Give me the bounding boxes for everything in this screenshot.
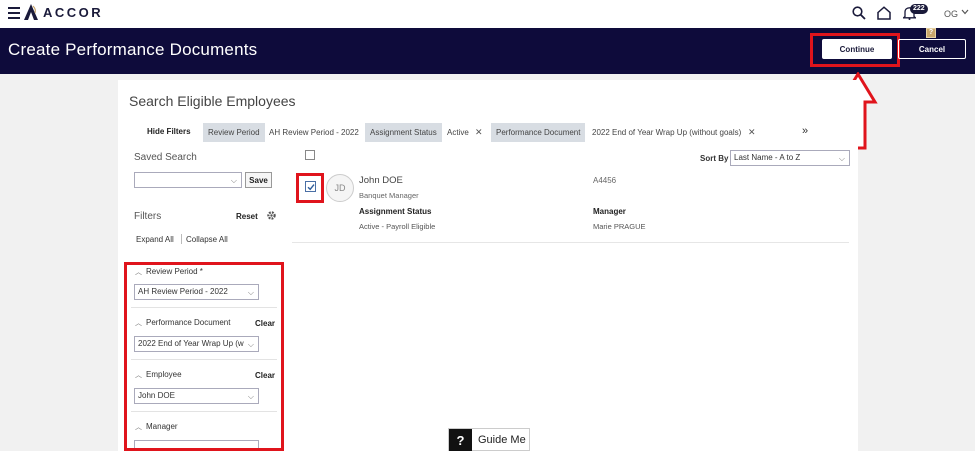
select-all-checkbox[interactable]: [305, 150, 315, 160]
review-period-value: AH Review Period - 2022: [138, 287, 228, 296]
save-button[interactable]: Save: [245, 172, 272, 188]
help-question-icon: ?: [449, 429, 472, 451]
chip-performance-document-value: 2022 End of Year Wrap Up (without goals): [592, 128, 742, 137]
chip-review-period-label: Review Period: [203, 123, 265, 142]
chip-review-period-value: AH Review Period - 2022: [269, 128, 359, 137]
search-icon[interactable]: [852, 6, 866, 20]
employee-value: John DOE: [138, 391, 175, 400]
section-title: Search Eligible Employees: [129, 93, 296, 109]
saved-search-label: Saved Search: [134, 152, 197, 163]
gear-icon[interactable]: [266, 210, 277, 221]
hide-filters-link[interactable]: Hide Filters: [147, 127, 191, 136]
chevron-down-icon: ⌵: [230, 176, 237, 185]
chevron-down-icon: ⌵: [247, 392, 254, 401]
more-filters-icon[interactable]: »: [802, 125, 808, 137]
remove-chip-icon[interactable]: ✕: [475, 127, 483, 138]
chevron-up-icon: ︿: [135, 424, 142, 431]
manager-value: Marie PRAGUE: [593, 222, 646, 231]
employee-row-checkbox[interactable]: [305, 181, 316, 192]
employee-select[interactable]: John DOE ⌵: [134, 388, 259, 404]
clear-performance-document-link[interactable]: Clear: [255, 319, 275, 328]
link-separator: [181, 234, 182, 244]
avatar: JD: [326, 174, 354, 202]
top-bar: ACCOR 222 OG: [0, 0, 975, 28]
filters-label: Filters: [134, 211, 162, 222]
manager-label: Manager: [593, 207, 626, 216]
filter-group-title: Review Period *: [146, 267, 203, 276]
divider: [131, 359, 277, 360]
employee-name[interactable]: John DOE: [359, 175, 403, 186]
accor-logo-icon: [24, 4, 38, 20]
employee-id: A4456: [593, 176, 617, 185]
brand-name: ACCOR: [43, 4, 104, 20]
brand-logo[interactable]: ACCOR: [24, 4, 103, 20]
chevron-down-icon: ⌵: [247, 288, 254, 297]
performance-document-select[interactable]: 2022 End of Year Wrap Up (w ⌵: [134, 336, 259, 352]
reset-filters-link[interactable]: Reset: [236, 212, 258, 221]
chevron-down-icon: ⌵: [245, 338, 254, 351]
filter-group-title: Performance Document: [146, 318, 231, 327]
chevron-down-icon: ⌵: [838, 154, 845, 163]
filter-group-performance-document[interactable]: ︿ Performance Document: [135, 318, 230, 328]
user-initials[interactable]: OG: [944, 9, 958, 19]
chip-performance-document-label: Performance Document: [491, 123, 586, 142]
help-badge-icon[interactable]: ?: [926, 28, 936, 38]
performance-document-value: 2022 End of Year Wrap Up (w: [138, 339, 244, 348]
employee-job-title: Banquet Manager: [359, 191, 419, 200]
collapse-all-link[interactable]: Collapse All: [186, 235, 228, 244]
filter-group-employee[interactable]: ︿ Employee: [135, 370, 182, 380]
sort-by-label: Sort By: [700, 154, 729, 163]
filter-group-manager[interactable]: ︿ Manager: [135, 422, 178, 432]
manager-select[interactable]: [134, 440, 259, 448]
hamburger-menu-icon[interactable]: [8, 7, 20, 19]
assignment-status-label: Assignment Status: [359, 207, 432, 216]
chip-assignment-status-label: Assignment Status: [365, 123, 442, 142]
chevron-up-icon: ︿: [135, 269, 142, 276]
chip-assignment-status-value: Active: [447, 128, 469, 137]
remove-chip-icon[interactable]: ✕: [748, 127, 756, 138]
filter-group-review-period[interactable]: ︿ Review Period *: [135, 267, 203, 277]
cancel-button[interactable]: Cancel: [898, 39, 966, 59]
continue-button[interactable]: Continue: [822, 39, 892, 59]
guide-me-label: Guide Me: [478, 434, 526, 446]
row-divider: [292, 242, 849, 243]
notification-count-badge: 222: [910, 4, 928, 14]
home-icon[interactable]: [877, 6, 891, 20]
sort-by-select[interactable]: Last Name - A to Z ⌵: [730, 150, 850, 166]
checkmark-icon: [307, 184, 315, 191]
page-title: Create Performance Documents: [8, 40, 258, 59]
guide-me-button[interactable]: ? Guide Me: [448, 428, 530, 451]
chevron-up-icon: ︿: [135, 320, 142, 327]
sort-by-value: Last Name - A to Z: [734, 153, 801, 162]
divider: [131, 307, 277, 308]
chevron-down-icon[interactable]: [961, 9, 969, 15]
filter-group-title: Manager: [146, 422, 178, 431]
clear-employee-link[interactable]: Clear: [255, 371, 275, 380]
chevron-up-icon: ︿: [135, 372, 142, 379]
saved-search-select[interactable]: ⌵: [134, 172, 242, 188]
assignment-status-value: Active - Payroll Eligible: [359, 222, 436, 231]
expand-all-link[interactable]: Expand All: [136, 235, 174, 244]
filter-group-title: Employee: [146, 370, 182, 379]
divider: [131, 411, 277, 412]
review-period-select[interactable]: AH Review Period - 2022 ⌵: [134, 284, 259, 300]
